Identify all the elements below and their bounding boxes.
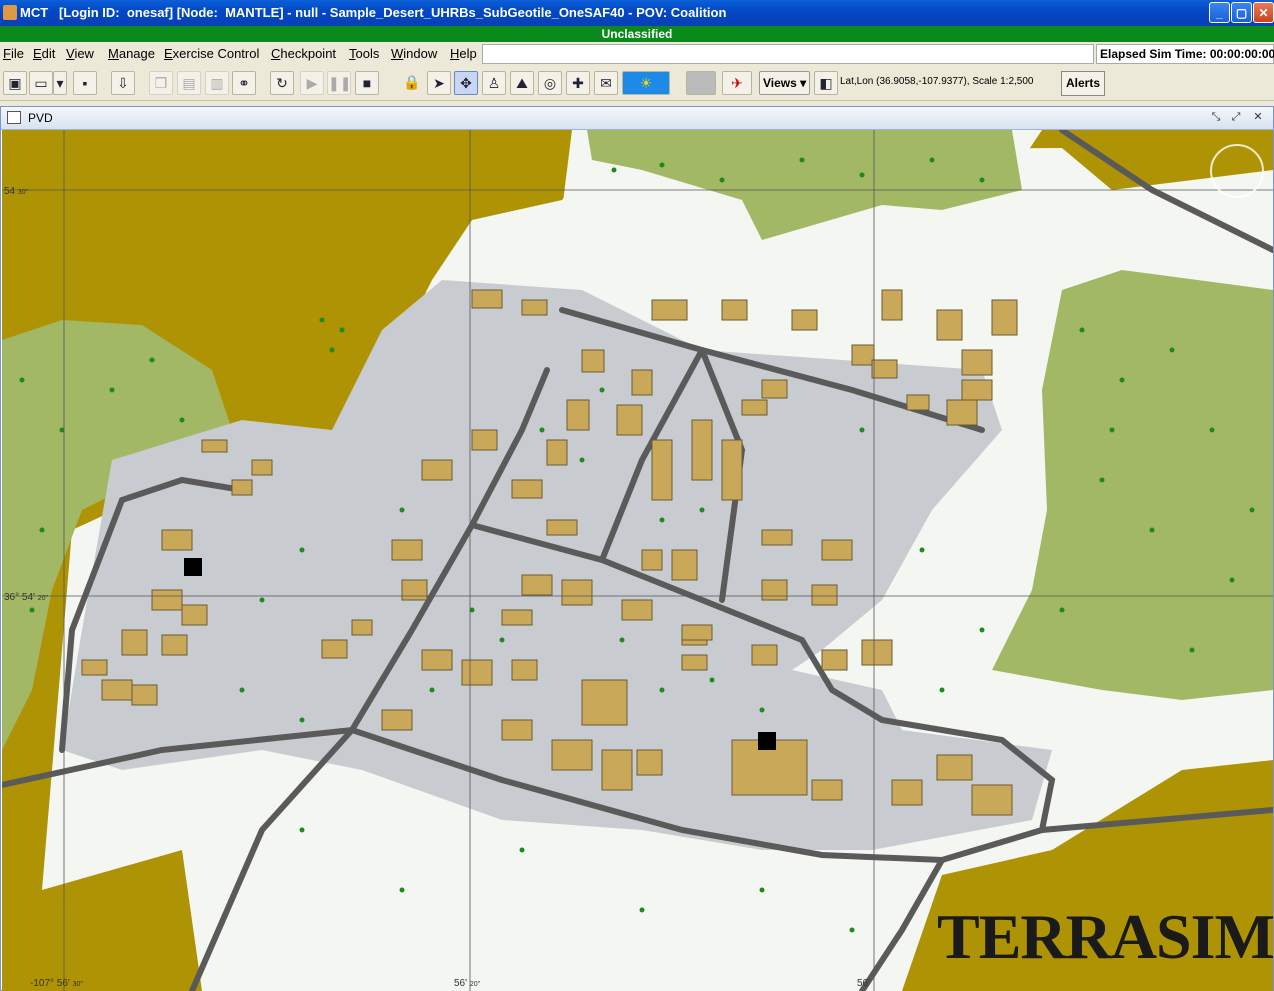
close-frame-icon[interactable]: ✕ — [1251, 110, 1265, 124]
classification-banner: Unclassified — [0, 26, 1274, 42]
map-navigation-control[interactable] — [1210, 144, 1264, 198]
restore-icon[interactable]: ⤡ — [1209, 110, 1223, 124]
menu-bar: File Edit View Manage Exercise Control C… — [0, 42, 1274, 66]
binoculars-icon[interactable]: ⚭ — [232, 71, 256, 95]
play-icon[interactable]: ▶ — [300, 71, 324, 95]
pause-icon[interactable]: ❚❚ — [327, 71, 351, 95]
menu-checkpoint[interactable]: Checkpoint — [271, 46, 336, 61]
clipboard-icon[interactable]: ✉ — [594, 71, 618, 95]
pvd-header: PVD ⤡ ⤢ ✕ — [1, 107, 1273, 130]
lock-icon[interactable]: 🔒 — [403, 71, 421, 95]
grid-label-lon-mid: 56' 20" — [454, 978, 481, 989]
sky-sun-icon[interactable]: ☀ — [622, 71, 670, 95]
menu-view[interactable]: View — [66, 46, 94, 61]
unit-marker[interactable] — [758, 732, 776, 750]
grid-label-lat-top: 54 30" — [4, 186, 29, 197]
open-folder-icon[interactable]: ▭ — [29, 71, 53, 95]
menu-file[interactable]: File — [3, 46, 24, 61]
maximize-button[interactable]: ▢ — [1231, 2, 1252, 23]
menu-tools[interactable]: Tools — [349, 46, 379, 61]
menu-spacer — [482, 44, 1094, 64]
maximize-frame-icon[interactable]: ⤢ — [1229, 110, 1243, 124]
close-button[interactable]: ✕ — [1253, 2, 1274, 23]
copy-icon[interactable]: ❐ — [149, 71, 173, 95]
menu-help[interactable]: Help — [450, 46, 477, 61]
new-scenario-icon[interactable]: ▣ — [3, 71, 27, 95]
weapon-icon[interactable]: ✈ — [722, 71, 752, 95]
import-icon[interactable]: ⇩ — [111, 71, 135, 95]
java-app-icon — [3, 5, 17, 20]
select-arrow-icon[interactable]: ➤ — [427, 71, 451, 95]
terrain-icon[interactable]: ⛰ — [510, 71, 534, 95]
window-title: MCT [Login ID: onesaf] [Node: MANTLE] - … — [20, 5, 727, 20]
terrasim-logo: TERRASIM — [937, 901, 1273, 972]
pvd-title: PVD — [28, 111, 53, 125]
rotate-icon[interactable]: ◎ — [538, 71, 562, 95]
alerts-button[interactable]: Alerts — [1061, 71, 1105, 96]
elapsed-sim-time: Elapsed Sim Time: 00:00:00:00 — [1096, 44, 1274, 64]
map-svg[interactable] — [2, 130, 1273, 991]
menu-exercise-control[interactable]: Exercise Control — [164, 46, 259, 61]
gray-swatch-icon[interactable] — [686, 71, 716, 95]
menu-manage[interactable]: Manage — [108, 46, 155, 61]
pvd-window: PVD ⤡ ⤢ ✕ 54 30" 36° 54' 20" -107° 56' 3… — [0, 106, 1274, 991]
grid-label-lon-right: 56' — [857, 978, 871, 989]
unit-marker[interactable] — [184, 558, 202, 576]
frame-icon — [7, 111, 21, 124]
add-icon[interactable]: ✚ — [566, 71, 590, 95]
pan-icon[interactable]: ✥ — [454, 71, 478, 95]
3d-cube-icon[interactable]: ◧ — [814, 71, 838, 95]
menu-window[interactable]: Window — [391, 46, 437, 61]
toolbar: ▣ ▭ ▾ ▪ ⇩ ❐ ▤ ▥ ⚭ ↻ ▶ ❚❚ ■ 🔒 ➤ ✥ ♙ ⛰ ◎ ✚… — [0, 66, 1274, 101]
views-dropdown[interactable]: Views ▾ — [759, 71, 810, 95]
reset-icon[interactable]: ↻ — [270, 71, 294, 95]
menu-edit[interactable]: Edit — [33, 46, 55, 61]
title-bar: MCT [Login ID: onesaf] [Node: MANTLE] - … — [0, 0, 1274, 26]
map-canvas[interactable]: 54 30" 36° 54' 20" -107° 56' 30" 56' 20"… — [2, 130, 1273, 991]
grid-label-lat-mid: 36° 54' 20" — [4, 592, 48, 603]
minimize-button[interactable]: _ — [1209, 2, 1230, 23]
delete-icon[interactable]: ▥ — [205, 71, 229, 95]
paste-icon[interactable]: ▤ — [177, 71, 201, 95]
grid-label-lon-left: -107° 56' 30" — [30, 978, 83, 989]
coordinate-readout: Lat,Lon (36.9058,-107.9377), Scale 1:2,5… — [840, 76, 1034, 87]
save-icon[interactable]: ▪ — [73, 71, 97, 95]
open-dropdown-icon[interactable]: ▾ — [53, 71, 67, 95]
stop-icon[interactable]: ■ — [355, 71, 379, 95]
unit-icon[interactable]: ♙ — [482, 71, 506, 95]
